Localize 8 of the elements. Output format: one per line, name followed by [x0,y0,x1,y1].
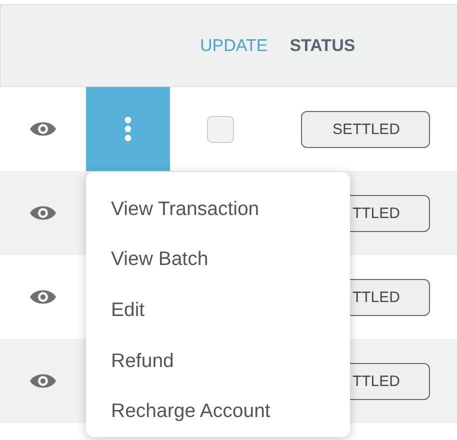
eye-icon[interactable] [29,372,57,390]
update-checkbox[interactable] [207,116,234,142]
eye-icon[interactable] [29,204,57,222]
eye-icon[interactable] [29,120,57,138]
column-header: STATUS [290,36,356,56]
eye-icon[interactable] [29,288,57,306]
kebab-icon [124,116,132,142]
status-badge: SETTLED [301,110,430,148]
